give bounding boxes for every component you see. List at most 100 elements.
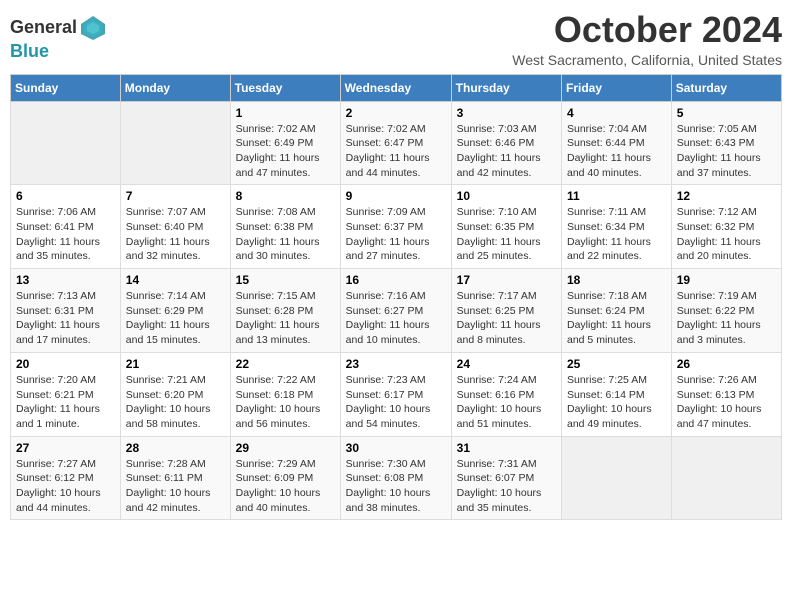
day-number: 20 [16, 357, 115, 371]
calendar-cell: 17 Sunrise: 7:17 AMSunset: 6:25 PMDayligh… [451, 269, 561, 353]
day-number: 2 [346, 106, 446, 120]
header-day-wednesday: Wednesday [340, 74, 451, 101]
day-number: 18 [567, 273, 666, 287]
calendar-cell: 25 Sunrise: 7:25 AMSunset: 6:14 PMDayligh… [562, 352, 672, 436]
day-info: Sunrise: 7:19 AMSunset: 6:22 PMDaylight:… [677, 289, 776, 348]
day-info: Sunrise: 7:03 AMSunset: 6:46 PMDaylight:… [457, 122, 556, 181]
calendar-cell: 30Sunrise: 7:30 AMSunset: 6:08 PMDayligh… [340, 436, 451, 520]
calendar-cell: 7Sunrise: 7:07 AMSunset: 6:40 PMDaylight… [120, 185, 230, 269]
day-info: Sunrise: 7:02 AMSunset: 6:49 PMDaylight:… [236, 122, 335, 181]
logo: General Blue [10, 14, 107, 62]
calendar-cell: 8 Sunrise: 7:08 AMSunset: 6:38 PMDaylight… [230, 185, 340, 269]
day-number: 4 [567, 106, 666, 120]
calendar-cell: 31 Sunrise: 7:31 AMSunset: 6:07 PMDayligh… [451, 436, 561, 520]
week-row-2: 6Sunrise: 7:06 AMSunset: 6:41 PMDaylight… [11, 185, 782, 269]
calendar-cell: 24 Sunrise: 7:24 AMSunset: 6:16 PMDayligh… [451, 352, 561, 436]
calendar-cell: 6Sunrise: 7:06 AMSunset: 6:41 PMDaylight… [11, 185, 121, 269]
calendar-cell: 11 Sunrise: 7:11 AMSunset: 6:34 PMDayligh… [562, 185, 672, 269]
calendar-cell: 21 Sunrise: 7:21 AMSunset: 6:20 PMDayligh… [120, 352, 230, 436]
day-info: Sunrise: 7:11 AMSunset: 6:34 PMDaylight:… [567, 205, 666, 264]
day-info: Sunrise: 7:22 AMSunset: 6:18 PMDaylight:… [236, 373, 335, 432]
day-number: 23 [346, 357, 446, 371]
header: General Blue October 2024 West Sacrament… [10, 10, 782, 68]
day-number: 30 [346, 441, 446, 455]
day-info: Sunrise: 7:21 AMSunset: 6:20 PMDaylight:… [126, 373, 225, 432]
calendar-cell [671, 436, 781, 520]
calendar-table: SundayMondayTuesdayWednesdayThursdayFrid… [10, 74, 782, 521]
day-info: Sunrise: 7:24 AMSunset: 6:16 PMDaylight:… [457, 373, 556, 432]
day-number: 25 [567, 357, 666, 371]
day-number: 31 [457, 441, 556, 455]
calendar-cell [120, 101, 230, 185]
day-number: 29 [236, 441, 335, 455]
week-row-4: 20 Sunrise: 7:20 AMSunset: 6:21 PMDayligh… [11, 352, 782, 436]
day-number: 22 [236, 357, 335, 371]
calendar-cell [11, 101, 121, 185]
day-info: Sunrise: 7:23 AMSunset: 6:17 PMDaylight:… [346, 373, 446, 432]
day-info: Sunrise: 7:13 AMSunset: 6:31 PMDaylight:… [16, 289, 115, 348]
calendar-cell: 22 Sunrise: 7:22 AMSunset: 6:18 PMDayligh… [230, 352, 340, 436]
day-number: 11 [567, 189, 666, 203]
logo-text-general: General [10, 18, 77, 38]
header-day-tuesday: Tuesday [230, 74, 340, 101]
day-number: 19 [677, 273, 776, 287]
header-day-thursday: Thursday [451, 74, 561, 101]
calendar-cell: 1 Sunrise: 7:02 AMSunset: 6:49 PMDaylight… [230, 101, 340, 185]
day-info: Sunrise: 7:10 AMSunset: 6:35 PMDaylight:… [457, 205, 556, 264]
day-number: 3 [457, 106, 556, 120]
day-info: Sunrise: 7:16 AMSunset: 6:27 PMDaylight:… [346, 289, 446, 348]
calendar-cell: 29Sunrise: 7:29 AMSunset: 6:09 PMDayligh… [230, 436, 340, 520]
logo-icon [79, 14, 107, 42]
day-number: 10 [457, 189, 556, 203]
main-title: October 2024 [512, 10, 782, 50]
calendar-cell: 23 Sunrise: 7:23 AMSunset: 6:17 PMDayligh… [340, 352, 451, 436]
day-info: Sunrise: 7:28 AMSunset: 6:11 PMDaylight:… [126, 457, 225, 516]
header-day-friday: Friday [562, 74, 672, 101]
day-info: Sunrise: 7:20 AMSunset: 6:21 PMDaylight:… [16, 373, 115, 432]
day-info: Sunrise: 7:02 AMSunset: 6:47 PMDaylight:… [346, 122, 446, 181]
calendar-cell: 16Sunrise: 7:16 AMSunset: 6:27 PMDayligh… [340, 269, 451, 353]
day-info: Sunrise: 7:06 AMSunset: 6:41 PMDaylight:… [16, 205, 115, 264]
header-day-sunday: Sunday [11, 74, 121, 101]
calendar-header-row: SundayMondayTuesdayWednesdayThursdayFrid… [11, 74, 782, 101]
calendar-cell: 26 Sunrise: 7:26 AMSunset: 6:13 PMDayligh… [671, 352, 781, 436]
day-number: 13 [16, 273, 115, 287]
day-number: 9 [346, 189, 446, 203]
day-info: Sunrise: 7:08 AMSunset: 6:38 PMDaylight:… [236, 205, 335, 264]
week-row-5: 27 Sunrise: 7:27 AMSunset: 6:12 PMDayligh… [11, 436, 782, 520]
day-info: Sunrise: 7:25 AMSunset: 6:14 PMDaylight:… [567, 373, 666, 432]
day-number: 28 [126, 441, 225, 455]
calendar-cell: 14Sunrise: 7:14 AMSunset: 6:29 PMDayligh… [120, 269, 230, 353]
header-day-monday: Monday [120, 74, 230, 101]
day-number: 1 [236, 106, 335, 120]
calendar-cell: 19 Sunrise: 7:19 AMSunset: 6:22 PMDayligh… [671, 269, 781, 353]
day-number: 8 [236, 189, 335, 203]
calendar-cell: 27 Sunrise: 7:27 AMSunset: 6:12 PMDayligh… [11, 436, 121, 520]
day-number: 21 [126, 357, 225, 371]
logo-text-blue: Blue [10, 42, 107, 62]
calendar-cell: 4Sunrise: 7:04 AMSunset: 6:44 PMDaylight… [562, 101, 672, 185]
day-number: 5 [677, 106, 776, 120]
calendar-cell: 5Sunrise: 7:05 AMSunset: 6:43 PMDaylight… [671, 101, 781, 185]
sub-title: West Sacramento, California, United Stat… [512, 52, 782, 68]
header-day-saturday: Saturday [671, 74, 781, 101]
day-number: 17 [457, 273, 556, 287]
day-number: 12 [677, 189, 776, 203]
week-row-1: 1 Sunrise: 7:02 AMSunset: 6:49 PMDaylight… [11, 101, 782, 185]
day-number: 24 [457, 357, 556, 371]
day-info: Sunrise: 7:26 AMSunset: 6:13 PMDaylight:… [677, 373, 776, 432]
day-info: Sunrise: 7:14 AMSunset: 6:29 PMDaylight:… [126, 289, 225, 348]
calendar-cell: 3 Sunrise: 7:03 AMSunset: 6:46 PMDaylight… [451, 101, 561, 185]
calendar-cell: 18Sunrise: 7:18 AMSunset: 6:24 PMDayligh… [562, 269, 672, 353]
day-info: Sunrise: 7:12 AMSunset: 6:32 PMDaylight:… [677, 205, 776, 264]
day-number: 26 [677, 357, 776, 371]
day-info: Sunrise: 7:17 AMSunset: 6:25 PMDaylight:… [457, 289, 556, 348]
day-number: 7 [126, 189, 225, 203]
day-info: Sunrise: 7:31 AMSunset: 6:07 PMDaylight:… [457, 457, 556, 516]
day-number: 27 [16, 441, 115, 455]
day-info: Sunrise: 7:27 AMSunset: 6:12 PMDaylight:… [16, 457, 115, 516]
title-area: October 2024 West Sacramento, California… [512, 10, 782, 68]
calendar-cell: 28 Sunrise: 7:28 AMSunset: 6:11 PMDayligh… [120, 436, 230, 520]
calendar-cell: 9Sunrise: 7:09 AMSunset: 6:37 PMDaylight… [340, 185, 451, 269]
day-info: Sunrise: 7:15 AMSunset: 6:28 PMDaylight:… [236, 289, 335, 348]
